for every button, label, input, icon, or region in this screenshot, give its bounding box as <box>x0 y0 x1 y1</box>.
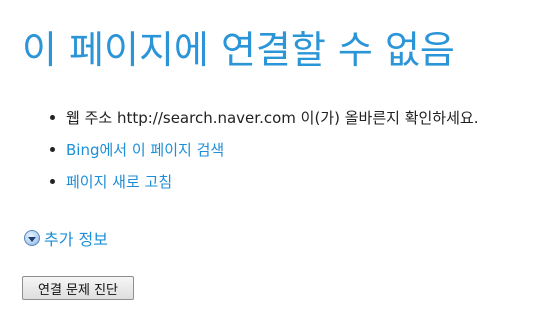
diagnose-connection-button[interactable]: 연결 문제 진단 <box>22 276 134 300</box>
error-page: 이 페이지에 연결할 수 없음 웹 주소 http://search.naver… <box>0 0 560 336</box>
more-info-toggle[interactable]: 추가 정보 <box>24 226 108 250</box>
url-text: http://search.naver.com <box>116 109 296 127</box>
bullet-icon <box>50 179 55 184</box>
list-item-search-bing: Bing에서 이 페이지 검색 <box>50 134 478 166</box>
refresh-page-link[interactable]: 페이지 새로 고침 <box>66 173 172 191</box>
list-item-check-url: 웹 주소 http://search.naver.com 이(가) 올바른지 확… <box>50 102 478 134</box>
more-info-label: 추가 정보 <box>44 230 108 249</box>
list-item-refresh: 페이지 새로 고침 <box>50 166 478 198</box>
suggestion-list: 웹 주소 http://search.naver.com 이(가) 올바른지 확… <box>50 102 478 198</box>
page-title: 이 페이지에 연결할 수 없음 <box>22 28 455 72</box>
url-suffix: 이(가) 올바른지 확인하세요. <box>295 109 479 127</box>
search-bing-link[interactable]: Bing에서 이 페이지 검색 <box>66 141 224 159</box>
bullet-icon <box>50 147 55 152</box>
url-prefix: 웹 주소 <box>66 109 117 127</box>
expand-arrow-icon <box>24 230 40 246</box>
bullet-icon <box>50 115 55 120</box>
